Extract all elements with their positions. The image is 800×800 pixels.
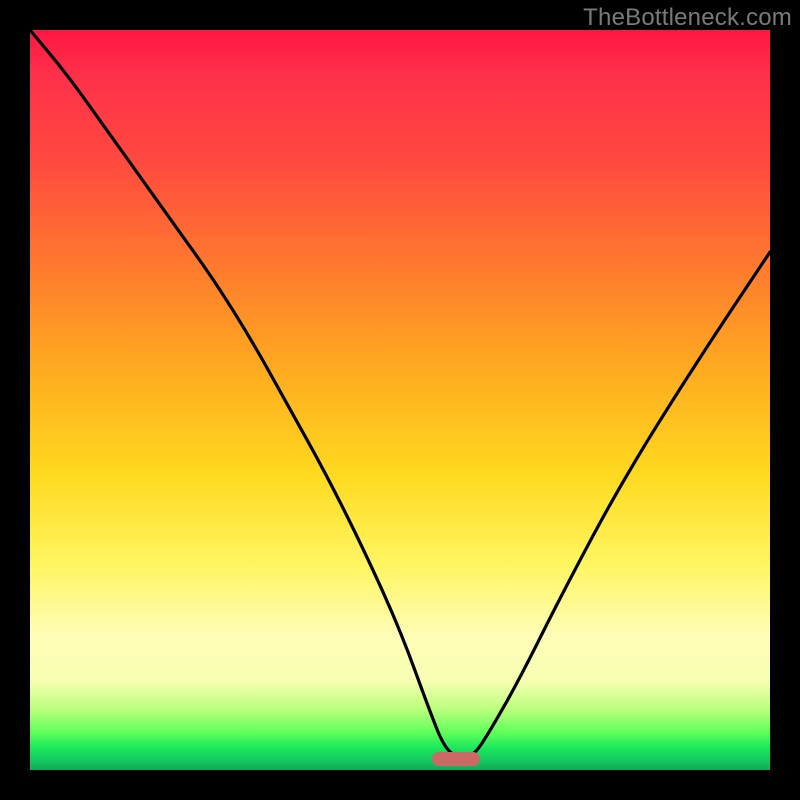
watermark-text: TheBottleneck.com: [583, 4, 792, 32]
bottleneck-curve: [30, 30, 770, 770]
chart-frame: TheBottleneck.com: [0, 0, 800, 800]
curve-path: [30, 30, 770, 757]
plot-area: [30, 30, 770, 770]
optimum-marker: [432, 752, 480, 766]
